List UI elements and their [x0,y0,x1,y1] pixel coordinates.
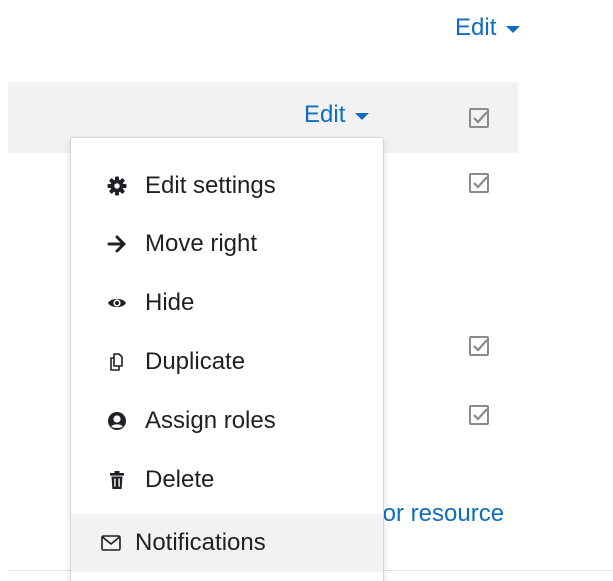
menu-item-label: Duplicate [145,348,246,375]
menu-item-move-right[interactable]: Move right [71,215,383,273]
menu-item-label: Notifications [135,529,266,556]
activity-edit-dropdown: Edit settings Move right Hide Duplicate … [70,137,384,581]
section-edit-label: Edit [455,14,497,41]
menu-item-label: Assign roles [145,407,276,434]
menu-item-edit-settings[interactable]: Edit settings [71,157,383,215]
completion-checkbox[interactable] [469,173,489,193]
user-circle-icon [107,411,127,431]
activity-edit-menu-button[interactable]: Edit [304,101,370,129]
copy-icon [107,352,127,372]
course-page: Edit Edit y or resource Edit settings Mo… [0,0,613,581]
check-icon [473,339,488,352]
menu-item-duplicate[interactable]: Duplicate [71,333,383,391]
completion-checkbox[interactable] [469,336,489,356]
envelope-icon [101,533,121,553]
completion-checkbox[interactable] [469,108,489,128]
caret-down-icon [355,113,370,120]
menu-item-notifications[interactable]: Notifications [71,514,383,572]
check-icon [473,408,488,421]
menu-item-label: Edit settings [145,172,276,199]
menu-item-assign-roles[interactable]: Assign roles [71,392,383,450]
menu-item-label: Hide [145,289,195,316]
caret-down-icon [506,26,521,33]
menu-item-hide[interactable]: Hide [71,274,383,332]
check-icon [473,111,488,124]
menu-item-label: Delete [145,466,215,493]
gear-icon [107,176,127,196]
check-icon [473,176,488,189]
completion-checkbox[interactable] [469,405,489,425]
menu-item-delete[interactable]: Delete [71,451,383,509]
section-edit-menu-button[interactable]: Edit [455,14,521,42]
arrow-right-icon [107,234,127,254]
trash-icon [107,470,127,490]
eye-icon [107,293,127,313]
menu-item-label: Move right [145,230,258,257]
add-activity-link[interactable]: y or resource [364,500,504,528]
activity-edit-label: Edit [304,101,346,128]
